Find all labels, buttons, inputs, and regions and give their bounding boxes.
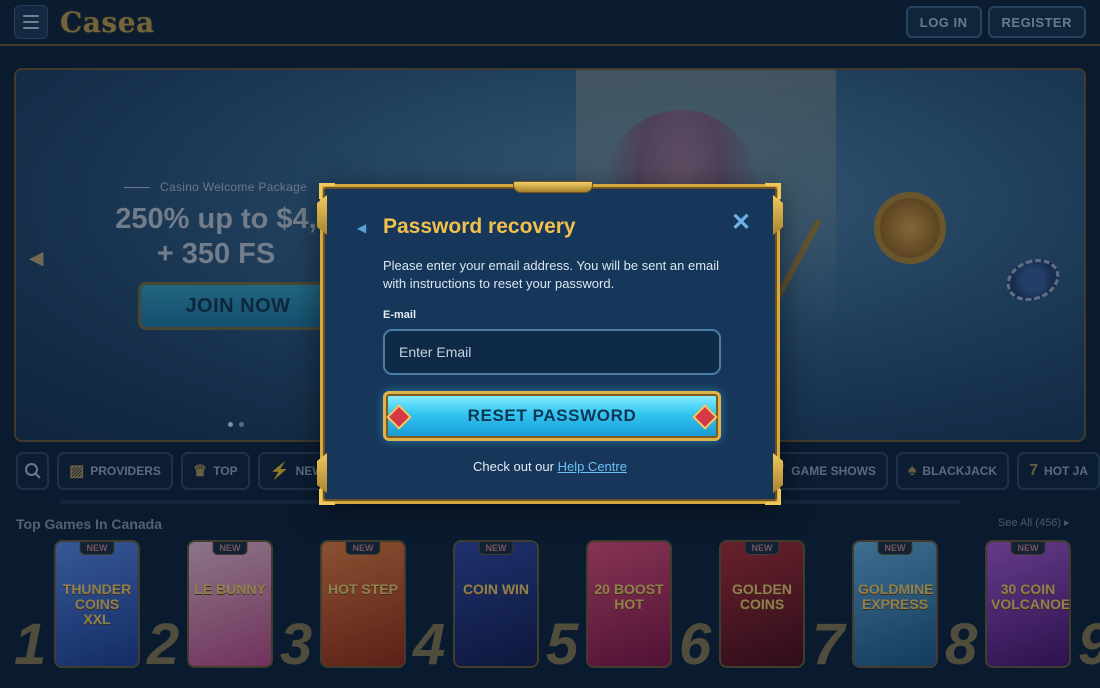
search-icon[interactable] — [16, 452, 50, 490]
game-tile[interactable]: 9 — [1078, 540, 1100, 671]
see-all-label: See All (456) — [998, 517, 1061, 529]
card-icon: ▨ — [69, 463, 85, 480]
game-thumbnail[interactable]: NEW COIN WIN — [453, 540, 539, 668]
game-rank: 9 — [1078, 616, 1100, 671]
reset-password-button[interactable]: RESET PASSWORD — [383, 391, 721, 441]
casino-chip-image — [1000, 251, 1066, 309]
game-tile[interactable]: 5 20 BOOST HOT — [546, 540, 672, 674]
game-tile[interactable]: 1 NEW THUNDER COINS XXL — [14, 540, 140, 674]
new-badge: NEW — [744, 542, 780, 555]
game-rank: 2 — [147, 612, 180, 677]
hamburger-menu-icon[interactable] — [14, 5, 48, 39]
game-thumbnail[interactable]: NEW LE BUNNY — [187, 540, 273, 668]
game-tile[interactable]: 8 NEW 30 COIN VOLCANOES — [945, 540, 1071, 674]
category-label: HOT JA — [1043, 464, 1088, 478]
promo-title-line-1: 250% up to $4, — [115, 203, 317, 235]
game-rank: 8 — [945, 612, 978, 677]
category-hot-jackpots[interactable]: 7 HOT JA — [1017, 452, 1100, 490]
login-button[interactable]: LOG IN — [905, 6, 982, 38]
game-rank: 4 — [413, 612, 446, 677]
carousel-dot[interactable] — [228, 422, 233, 427]
game-title: GOLDEN COINS — [732, 581, 792, 612]
seven-icon: 7 — [1029, 462, 1038, 479]
top-games-list: 1 NEW THUNDER COINS XXL 2 NEW LE BUNNY 3… — [14, 540, 1100, 674]
site-logo[interactable]: Casea — [60, 6, 155, 39]
new-badge: NEW — [877, 542, 913, 555]
email-label: E-mail — [383, 309, 417, 321]
back-arrow-icon[interactable]: ◀ — [357, 221, 371, 235]
promo-title-line-2: + 350 FS — [156, 238, 276, 270]
hero-sun-ornament — [874, 192, 946, 264]
game-rank: 1 — [14, 612, 47, 677]
join-now-button[interactable]: JOIN NOW — [138, 282, 338, 330]
category-providers[interactable]: ▨ PROVIDERS — [57, 452, 173, 490]
game-rank: 3 — [280, 612, 313, 677]
close-icon[interactable]: ✕ — [731, 211, 751, 235]
game-title: THUNDER COINS XXL — [62, 581, 132, 627]
email-field[interactable] — [383, 329, 721, 375]
category-label: GAME SHOWS — [791, 464, 876, 478]
crown-icon: ♛ — [192, 463, 208, 480]
promo-label: Casino Welcome Package — [124, 180, 307, 194]
game-title: GOLDMINE EXPRESS — [858, 581, 934, 612]
game-rank: 6 — [679, 612, 712, 677]
help-centre-link[interactable]: Help Centre — [558, 459, 627, 474]
chevron-left-icon[interactable]: ◂ — [30, 242, 43, 273]
top-games-title: Top Games In Canada — [16, 516, 162, 532]
game-title: 30 COIN VOLCANOES — [991, 581, 1071, 612]
cards-icon: ♠ — [907, 462, 917, 479]
category-label: TOP — [213, 464, 238, 478]
header-actions: LOG IN REGISTER — [905, 6, 1086, 38]
site-header: Casea LOG IN REGISTER — [0, 0, 1100, 46]
new-badge: NEW — [79, 542, 115, 555]
game-tile[interactable]: 2 NEW LE BUNNY — [147, 540, 273, 674]
category-top[interactable]: ♛ TOP — [180, 452, 250, 490]
game-tile[interactable]: 7 NEW GOLDMINE EXPRESS — [812, 540, 938, 674]
corner-ornament — [319, 183, 335, 199]
category-blackjack[interactable]: ♠ BLACKJACK — [895, 452, 1010, 490]
new-badge: NEW — [478, 542, 514, 555]
modal-title: Password recovery — [383, 215, 576, 238]
game-thumbnail[interactable]: NEW GOLDMINE EXPRESS — [852, 540, 938, 668]
category-label: PROVIDERS — [90, 464, 161, 478]
new-badge: NEW — [345, 542, 381, 555]
game-thumbnail[interactable]: NEW HOT STEP — [320, 540, 406, 668]
game-rank: 7 — [812, 612, 845, 677]
password-recovery-modal: ◀ Password recovery ✕ Please enter your … — [319, 181, 783, 505]
game-rank: 5 — [546, 612, 579, 677]
help-prefix: Check out our — [473, 459, 558, 474]
new-badge: NEW — [1010, 542, 1046, 555]
promo-title: 250% up to $4, + 350 FS — [96, 202, 336, 272]
modal-description: Please enter your email address. You wil… — [383, 258, 720, 291]
game-title: 20 BOOST HOT — [594, 581, 664, 612]
help-line: Check out our Help Centre — [323, 459, 777, 474]
corner-ornament — [319, 489, 335, 505]
game-title: COIN WIN — [462, 581, 530, 597]
category-label: BLACKJACK — [922, 464, 998, 478]
see-all-link[interactable]: See All (456) ▸ — [998, 516, 1070, 529]
game-tile[interactable]: 4 NEW COIN WIN — [413, 540, 539, 674]
new-badge: NEW — [212, 542, 248, 555]
lightning-icon: ⚡ — [269, 463, 290, 480]
game-thumbnail[interactable]: NEW 30 COIN VOLCANOES — [985, 540, 1071, 668]
game-thumbnail[interactable]: 20 BOOST HOT — [586, 540, 672, 668]
game-title: LE BUNNY — [194, 581, 266, 597]
game-thumbnail[interactable]: NEW THUNDER COINS XXL — [54, 540, 140, 668]
game-tile[interactable]: 3 NEW HOT STEP — [280, 540, 406, 674]
register-button[interactable]: REGISTER — [987, 6, 1086, 38]
carousel-dot[interactable] — [239, 422, 244, 427]
game-thumbnail[interactable]: NEW GOLDEN COINS — [719, 540, 805, 668]
game-title: HOT STEP — [327, 581, 398, 597]
game-tile[interactable]: 6 NEW GOLDEN COINS — [679, 540, 805, 674]
modal-ornament — [513, 181, 593, 193]
carousel-dots — [228, 422, 244, 427]
casino-page: Casea LOG IN REGISTER ◂ Casino Welcome P… — [0, 0, 1100, 688]
